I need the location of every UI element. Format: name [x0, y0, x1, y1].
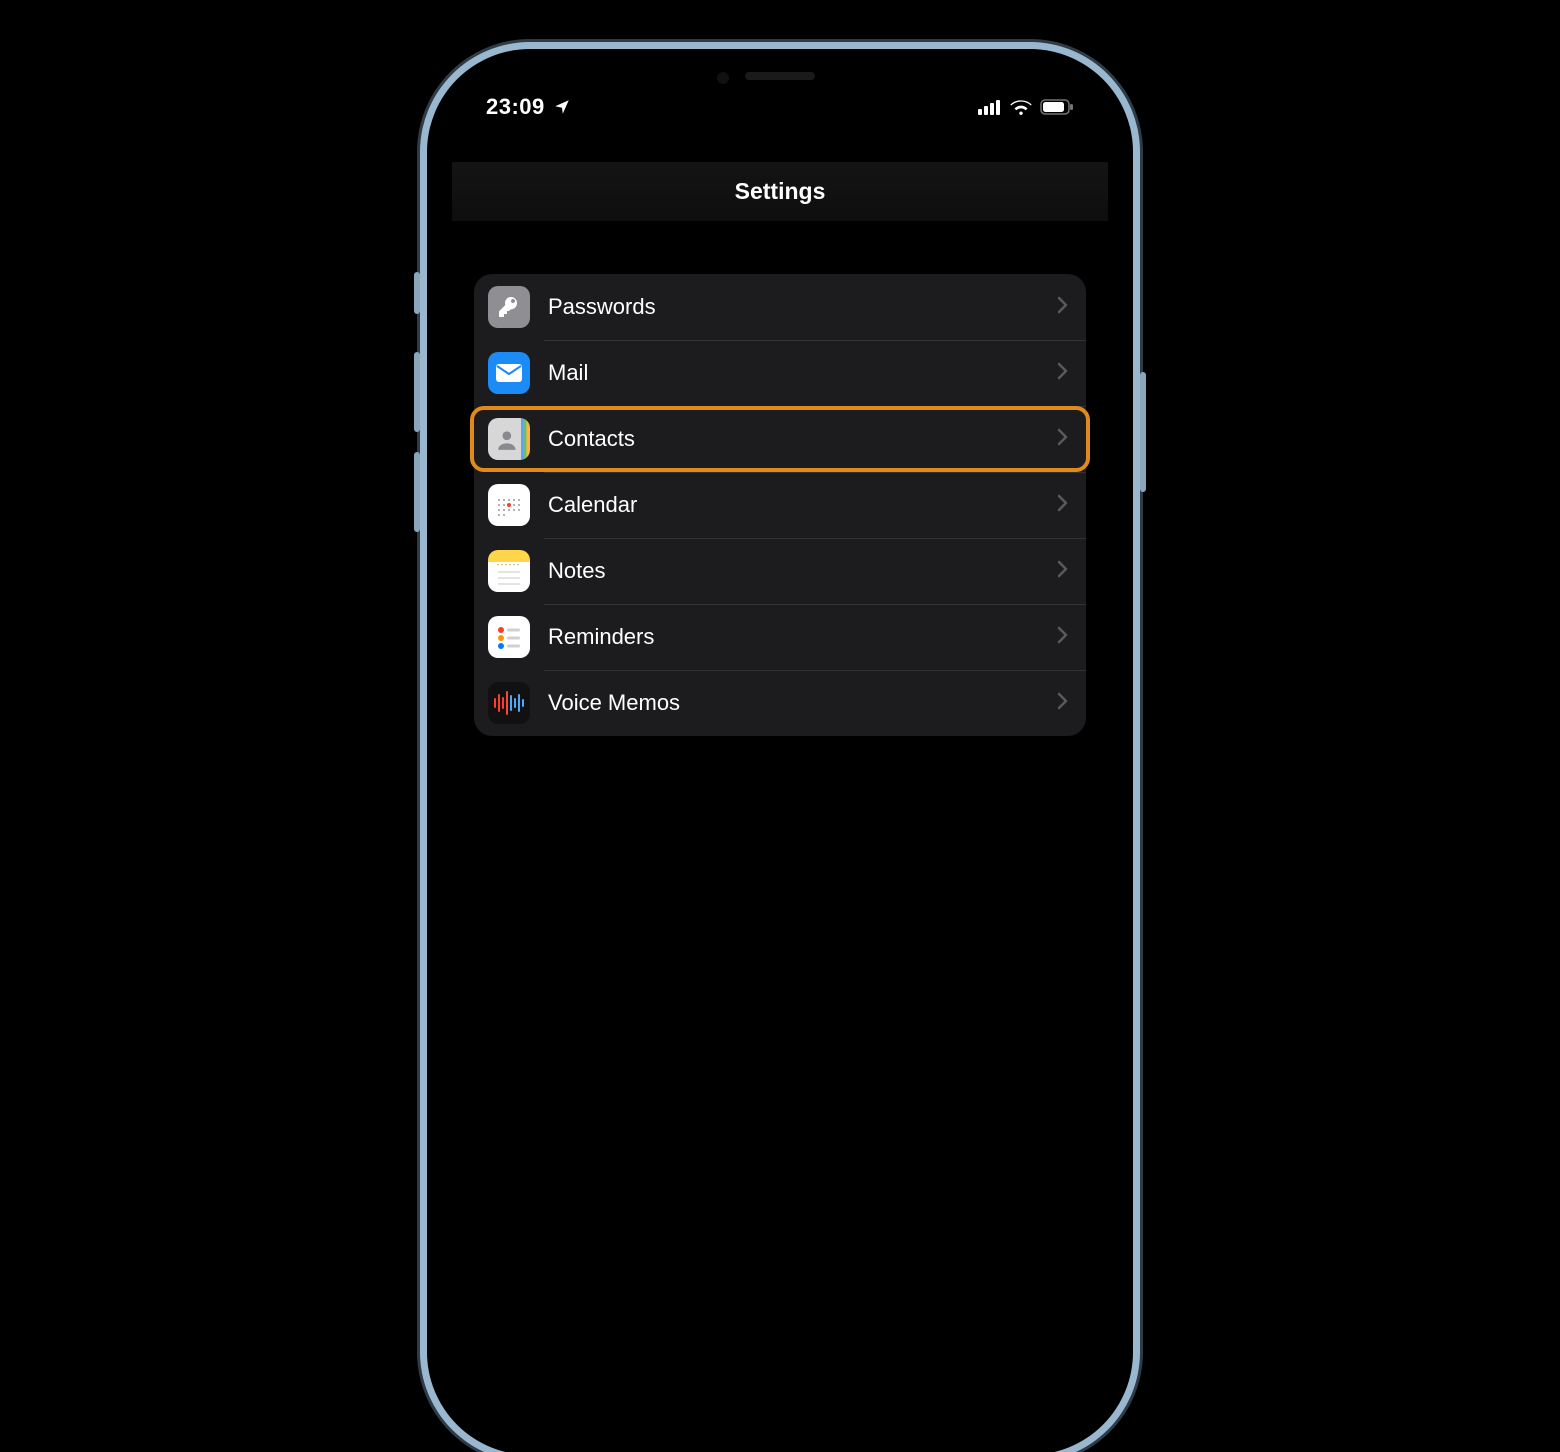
speaker-grille: [745, 72, 815, 80]
calendar-icon: [488, 484, 530, 526]
volume-down-button[interactable]: [414, 452, 420, 532]
mail-icon: [488, 352, 530, 394]
contacts-icon: [488, 418, 530, 460]
chevron-right-icon: [1056, 426, 1068, 452]
chevron-right-icon: [1056, 294, 1068, 320]
settings-list: Passwords Mail: [474, 274, 1086, 736]
settings-row-calendar[interactable]: Calendar: [474, 472, 1086, 538]
wifi-icon: [1010, 99, 1032, 115]
chevron-right-icon: [1056, 624, 1068, 650]
front-camera: [717, 72, 729, 84]
chevron-right-icon: [1056, 558, 1068, 584]
mute-switch[interactable]: [414, 272, 420, 314]
settings-row-mail[interactable]: Mail: [474, 340, 1086, 406]
settings-row-reminders[interactable]: Reminders: [474, 604, 1086, 670]
row-label: Reminders: [548, 624, 1056, 650]
notes-icon: [488, 550, 530, 592]
notch: [655, 58, 905, 102]
row-label: Calendar: [548, 492, 1056, 518]
cellular-signal-icon: [978, 99, 1002, 115]
settings-row-passwords[interactable]: Passwords: [474, 274, 1086, 340]
row-label: Contacts: [548, 426, 1056, 452]
location-icon: [553, 98, 571, 116]
voice-memos-icon: [488, 682, 530, 724]
nav-bar: Settings: [452, 162, 1108, 222]
chevron-right-icon: [1056, 492, 1068, 518]
row-label: Passwords: [548, 294, 1056, 320]
settings-row-notes[interactable]: Notes: [474, 538, 1086, 604]
reminders-icon: [488, 616, 530, 658]
settings-row-voicememos[interactable]: Voice Memos: [474, 670, 1086, 736]
phone-frame: 23:09: [430, 52, 1130, 1452]
power-button[interactable]: [1140, 372, 1146, 492]
row-label: Notes: [548, 558, 1056, 584]
nav-title: Settings: [735, 178, 826, 205]
volume-up-button[interactable]: [414, 352, 420, 432]
phone-screen: 23:09: [452, 74, 1108, 1430]
row-label: Voice Memos: [548, 690, 1056, 716]
row-label: Mail: [548, 360, 1056, 386]
settings-row-contacts[interactable]: Contacts: [474, 406, 1086, 472]
status-time: 23:09: [486, 94, 545, 120]
passwords-icon: [488, 286, 530, 328]
chevron-right-icon: [1056, 360, 1068, 386]
battery-icon: [1040, 99, 1074, 115]
phone-bezel: 23:09: [436, 58, 1124, 1446]
chevron-right-icon: [1056, 690, 1068, 716]
